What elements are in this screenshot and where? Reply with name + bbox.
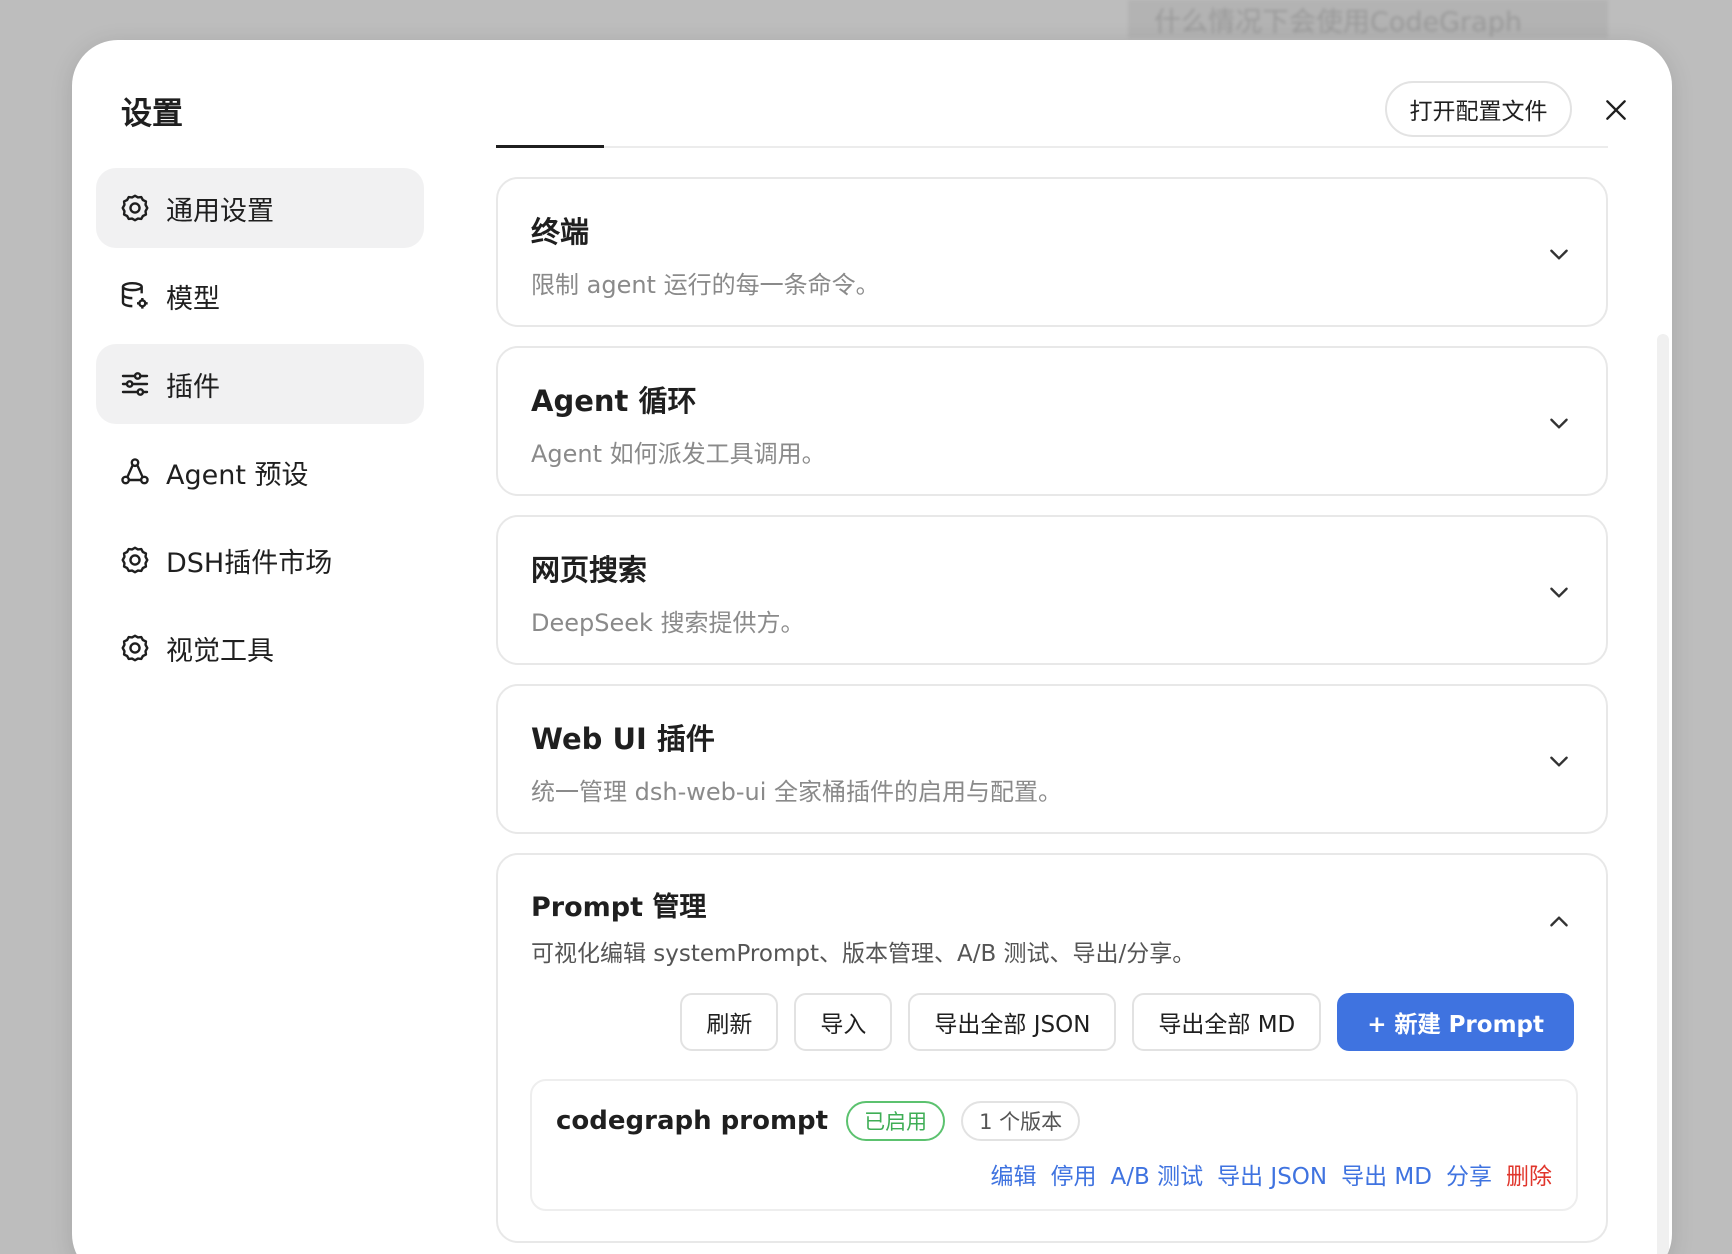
sidebar-item-label: Agent 预设 bbox=[166, 459, 309, 491]
export-json-link[interactable]: 导出 JSON bbox=[1217, 1157, 1327, 1191]
share-link[interactable]: 分享 bbox=[1446, 1157, 1492, 1191]
refresh-button[interactable]: 刷新 bbox=[680, 993, 779, 1051]
chevron-up-icon[interactable] bbox=[1546, 909, 1572, 935]
section-title: Prompt 管理 bbox=[531, 892, 707, 923]
sidebar-item-general[interactable]: 通用设置 bbox=[96, 168, 424, 248]
chevron-down-icon[interactable] bbox=[1546, 579, 1572, 605]
section-desc: 可视化编辑 systemPrompt、版本管理、A/B 测试、导出/分享。 bbox=[531, 941, 1196, 967]
section-desc: DeepSeek 搜索提供方。 bbox=[531, 609, 805, 637]
section-title: 网页搜索 bbox=[531, 553, 648, 587]
sidebar-item-plugin-market[interactable]: DSH插件市场 bbox=[96, 520, 424, 600]
section-agent-loop[interactable]: Agent 循环 Agent 如何派发工具调用。 bbox=[496, 346, 1608, 496]
section-terminal[interactable]: 终端 限制 agent 运行的每一条命令。 bbox=[496, 177, 1608, 327]
prompt-name: codegraph prompt bbox=[556, 1106, 829, 1136]
disable-link[interactable]: 停用 bbox=[1051, 1157, 1097, 1191]
section-title: Agent 循环 bbox=[531, 384, 697, 418]
new-prompt-button[interactable]: + 新建 Prompt bbox=[1337, 993, 1574, 1051]
section-title: 终端 bbox=[531, 215, 590, 249]
tab-divider bbox=[496, 146, 1608, 148]
network-icon bbox=[118, 455, 152, 489]
close-icon bbox=[1606, 100, 1626, 120]
section-desc: Agent 如何派发工具调用。 bbox=[531, 440, 826, 468]
status-badge: 已启用 bbox=[846, 1101, 946, 1141]
sidebar-item-label: DSH插件市场 bbox=[166, 547, 333, 579]
database-gear-icon bbox=[118, 279, 152, 313]
open-config-button[interactable]: 打开配置文件 bbox=[1385, 81, 1572, 137]
section-prompt-management: Prompt 管理 可视化编辑 systemPrompt、版本管理、A/B 测试… bbox=[496, 853, 1608, 1243]
close-button[interactable] bbox=[1596, 90, 1636, 130]
section-desc: 统一管理 dsh-web-ui 全家桶插件的启用与配置。 bbox=[531, 778, 1063, 806]
chevron-down-icon[interactable] bbox=[1546, 410, 1572, 436]
modal-title: 设置 bbox=[121, 96, 183, 132]
settings-modal: 设置 通用设置 模型 插件 Agent 预设 DSH插件市场 视觉工具 打开配置… bbox=[72, 40, 1672, 1254]
section-title: Web UI 插件 bbox=[531, 722, 715, 756]
gear-icon bbox=[118, 631, 152, 665]
sliders-icon bbox=[118, 367, 152, 401]
section-web-search[interactable]: 网页搜索 DeepSeek 搜索提供方。 bbox=[496, 515, 1608, 665]
chevron-down-icon[interactable] bbox=[1546, 748, 1572, 774]
gear-icon bbox=[118, 543, 152, 577]
sidebar-item-label: 插件 bbox=[166, 371, 220, 403]
prompt-toolbar: 刷新 导入 导出全部 JSON 导出全部 MD + 新建 Prompt bbox=[680, 993, 1574, 1051]
export-md-link[interactable]: 导出 MD bbox=[1341, 1157, 1432, 1191]
delete-link[interactable]: 删除 bbox=[1506, 1157, 1552, 1191]
section-desc: 限制 agent 运行的每一条命令。 bbox=[531, 271, 880, 299]
sidebar-item-model[interactable]: 模型 bbox=[96, 256, 424, 336]
sidebar-item-label: 通用设置 bbox=[166, 195, 274, 227]
settings-content: 终端 限制 agent 运行的每一条命令。 Agent 循环 Agent 如何派… bbox=[496, 177, 1608, 1254]
sidebar-item-label: 视觉工具 bbox=[166, 635, 274, 667]
tab-active-indicator bbox=[496, 145, 604, 148]
background-hint-text: 什么情况下会使用CodeGraph bbox=[1128, 0, 1608, 38]
sidebar: 通用设置 模型 插件 Agent 预设 DSH插件市场 视觉工具 bbox=[96, 168, 424, 696]
section-web-ui-plugins[interactable]: Web UI 插件 统一管理 dsh-web-ui 全家桶插件的启用与配置。 bbox=[496, 684, 1608, 834]
sidebar-item-vision-tools[interactable]: 视觉工具 bbox=[96, 608, 424, 688]
prompt-actions: 编辑 停用 A/B 测试 导出 JSON 导出 MD 分享 删除 bbox=[991, 1157, 1552, 1191]
prompt-list-item: codegraph prompt 已启用 1 个版本 编辑 停用 A/B 测试 … bbox=[530, 1079, 1578, 1211]
sidebar-item-agent-presets[interactable]: Agent 预设 bbox=[96, 432, 424, 512]
import-button[interactable]: 导入 bbox=[794, 993, 893, 1051]
scrollbar[interactable] bbox=[1657, 334, 1669, 1254]
ab-test-link[interactable]: A/B 测试 bbox=[1111, 1157, 1204, 1191]
sidebar-item-label: 模型 bbox=[166, 283, 220, 315]
export-all-md-button[interactable]: 导出全部 MD bbox=[1132, 993, 1322, 1051]
chevron-down-icon[interactable] bbox=[1546, 241, 1572, 267]
sidebar-item-plugins[interactable]: 插件 bbox=[96, 344, 424, 424]
version-count-badge: 1 个版本 bbox=[961, 1101, 1081, 1141]
export-all-json-button[interactable]: 导出全部 JSON bbox=[908, 993, 1117, 1051]
edit-link[interactable]: 编辑 bbox=[991, 1157, 1037, 1191]
gear-icon bbox=[118, 191, 152, 225]
